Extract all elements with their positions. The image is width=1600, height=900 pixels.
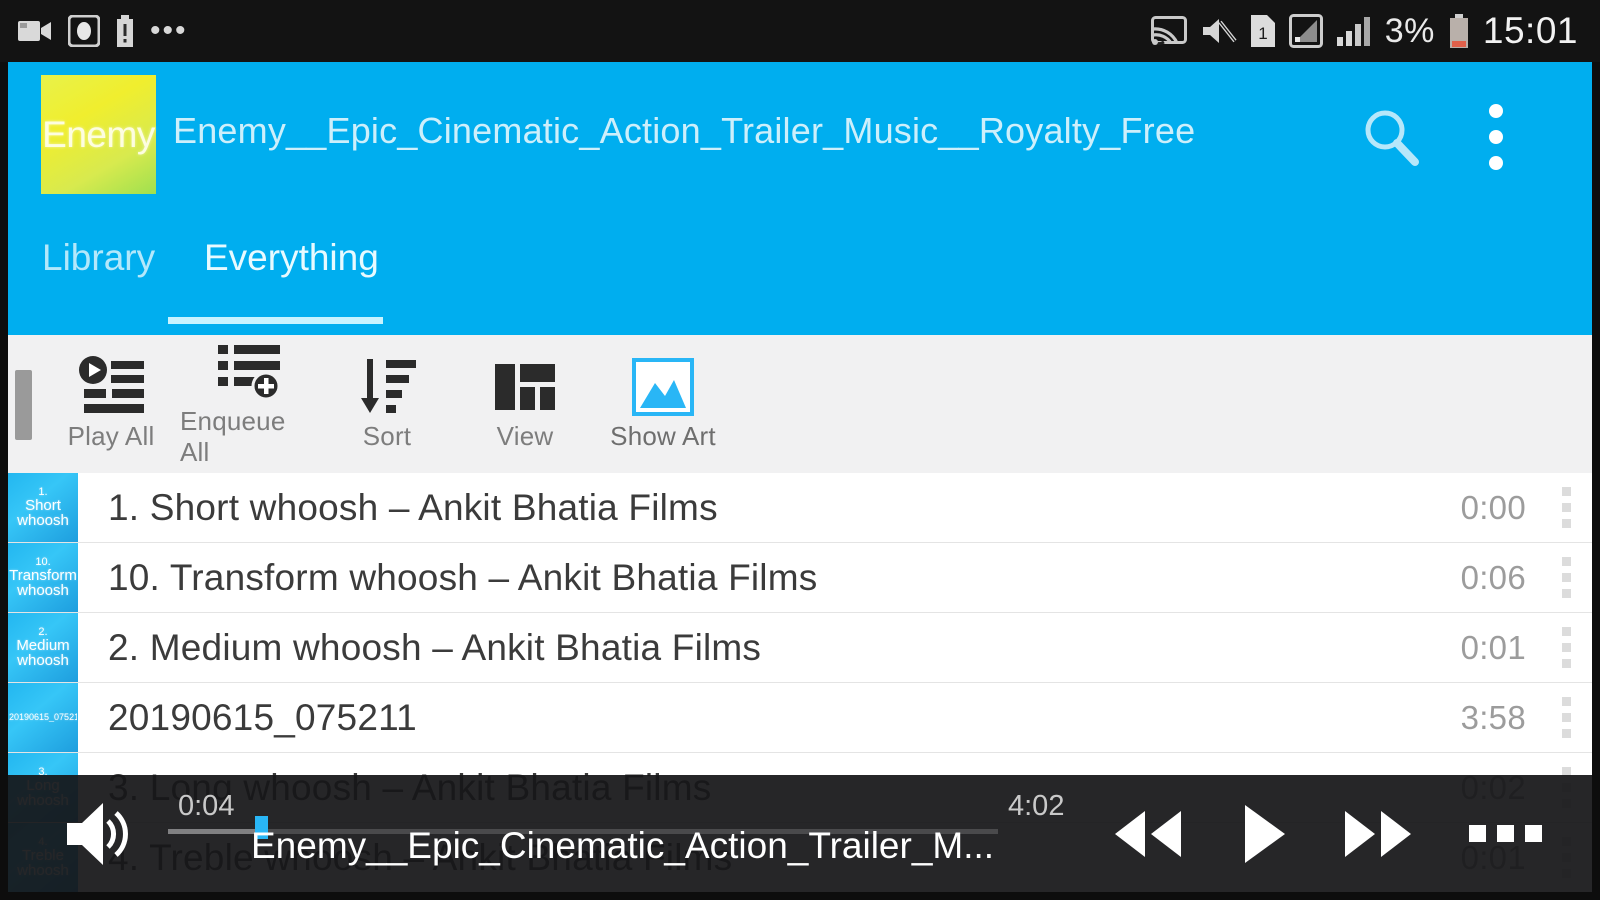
track-thumbnail: 1. Short whoosh bbox=[8, 473, 78, 542]
play-list-icon bbox=[76, 356, 146, 418]
search-icon[interactable] bbox=[1360, 106, 1422, 168]
toolbar-items: Play All Enqueue All Sort View Show Art bbox=[42, 335, 732, 473]
album-art-label: Enemy bbox=[42, 113, 155, 155]
thumb-line-1: 1. bbox=[38, 485, 48, 498]
tab-active-indicator bbox=[168, 317, 383, 324]
drag-handle-icon[interactable] bbox=[1558, 613, 1592, 682]
app-bar-title: Enemy__Epic_Cinematic_Action_Trailer_Mus… bbox=[173, 109, 1196, 151]
track-title: 2. Medium whoosh – Ankit Bhatia Films bbox=[108, 626, 762, 668]
enqueue-list-icon bbox=[214, 341, 284, 403]
track-duration: 0:06 bbox=[1460, 558, 1526, 596]
status-bar-clock: 15:01 bbox=[1482, 10, 1578, 51]
play-icon[interactable] bbox=[1235, 801, 1291, 867]
more-notifications-dots: ••• bbox=[150, 14, 188, 47]
screen-record-icon bbox=[68, 15, 100, 47]
enqueue-all-button[interactable]: Enqueue All bbox=[180, 335, 318, 473]
thumb-line-2: 20190615_075211 bbox=[9, 713, 77, 722]
table-row[interactable]: 20190615_075211 20190615_075211 3:58 bbox=[8, 683, 1592, 753]
signal-triangle-icon bbox=[1288, 14, 1323, 48]
sim-1-icon: 1 bbox=[1250, 15, 1275, 47]
overflow-menu-icon[interactable] bbox=[1476, 104, 1516, 170]
sort-button[interactable]: Sort bbox=[318, 335, 456, 473]
status-bar: ••• 1 3% 15:01 bbox=[0, 0, 1600, 62]
enqueue-all-label: Enqueue All bbox=[180, 405, 286, 467]
table-row[interactable]: 2. Medium whoosh 2. Medium whoosh – Anki… bbox=[8, 613, 1592, 683]
camcorder-icon bbox=[18, 18, 52, 44]
volume-up-icon[interactable] bbox=[63, 801, 135, 867]
view-grid-icon bbox=[493, 356, 557, 418]
table-row[interactable]: 10. Transform whoosh 10. Transform whoos… bbox=[8, 543, 1592, 613]
album-art-thumbnail[interactable]: Enemy bbox=[41, 75, 156, 194]
track-title: 20190615_075211 bbox=[108, 696, 417, 738]
track-thumbnail: 2. Medium whoosh bbox=[8, 613, 78, 682]
track-duration: 3:58 bbox=[1460, 698, 1526, 736]
signal-bars-icon bbox=[1336, 16, 1371, 46]
track-title: 10. Transform whoosh – Ankit Bhatia Film… bbox=[108, 556, 818, 598]
status-bar-right-icons: 1 3% 15:01 bbox=[1150, 10, 1578, 52]
tab-everything[interactable]: Everything bbox=[204, 199, 379, 335]
seek-bar-fill bbox=[168, 829, 260, 834]
track-thumbnail: 20190615_075211 bbox=[8, 683, 78, 752]
show-art-button[interactable]: Show Art bbox=[594, 335, 732, 473]
battery-alert-icon bbox=[116, 15, 134, 47]
svg-text:1: 1 bbox=[1258, 24, 1267, 43]
drag-handle-icon[interactable] bbox=[1558, 543, 1592, 612]
sort-label: Sort bbox=[362, 421, 412, 451]
player-current-time: 0:04 bbox=[178, 790, 235, 822]
volume-off-icon bbox=[1201, 16, 1237, 46]
phone-screen: ••• 1 3% 15:01 Enemy Enemy__Epic_Cinemat… bbox=[0, 0, 1600, 900]
rewind-icon[interactable] bbox=[1103, 803, 1189, 865]
player-controls bbox=[1103, 775, 1542, 892]
battery-percent-label: 3% bbox=[1384, 11, 1435, 50]
play-all-button[interactable]: Play All bbox=[42, 335, 180, 473]
now-playing-bar: 0:04 4:02 Enemy__Epic_Cinematic_Action_T… bbox=[8, 775, 1592, 892]
play-all-label: Play All bbox=[67, 421, 155, 451]
action-toolbar: Play All Enqueue All Sort View Show Art bbox=[8, 335, 1592, 473]
thumb-line-3: whoosh bbox=[17, 652, 69, 670]
tab-library[interactable]: Library bbox=[42, 199, 155, 335]
app-bar: Enemy Enemy__Epic_Cinematic_Action_Trail… bbox=[8, 62, 1592, 199]
battery-icon bbox=[1449, 14, 1469, 48]
thumb-line-1: 10. bbox=[35, 555, 51, 568]
player-total-time: 4:02 bbox=[1008, 790, 1065, 822]
player-overflow-icon[interactable] bbox=[1469, 825, 1542, 842]
thumb-line-1: 2. bbox=[38, 625, 48, 638]
status-bar-left-icons: ••• bbox=[18, 15, 188, 47]
track-thumbnail: 10. Transform whoosh bbox=[8, 543, 78, 612]
thumb-line-3: whoosh bbox=[17, 512, 69, 530]
show-art-label: Show Art bbox=[610, 421, 716, 451]
drag-handle-icon[interactable] bbox=[1558, 473, 1592, 542]
track-duration: 0:00 bbox=[1460, 488, 1526, 526]
sort-icon bbox=[356, 356, 418, 418]
thumb-line-3: whoosh bbox=[17, 582, 69, 600]
tab-bar: Library Everything bbox=[8, 199, 1592, 335]
view-button[interactable]: View bbox=[456, 335, 594, 473]
image-icon bbox=[632, 356, 694, 418]
track-duration: 0:01 bbox=[1460, 628, 1526, 666]
player-track-title: Enemy__Epic_Cinematic_Action_Trailer_M..… bbox=[251, 825, 991, 866]
table-row[interactable]: 1. Short whoosh 1. Short whoosh – Ankit … bbox=[8, 473, 1592, 543]
toolbar-scroll-handle[interactable] bbox=[15, 370, 32, 440]
fast-forward-icon[interactable] bbox=[1337, 803, 1423, 865]
view-label: View bbox=[496, 421, 554, 451]
track-title: 1. Short whoosh – Ankit Bhatia Films bbox=[108, 486, 718, 528]
cast-icon bbox=[1150, 16, 1187, 46]
drag-handle-icon[interactable] bbox=[1558, 683, 1592, 752]
